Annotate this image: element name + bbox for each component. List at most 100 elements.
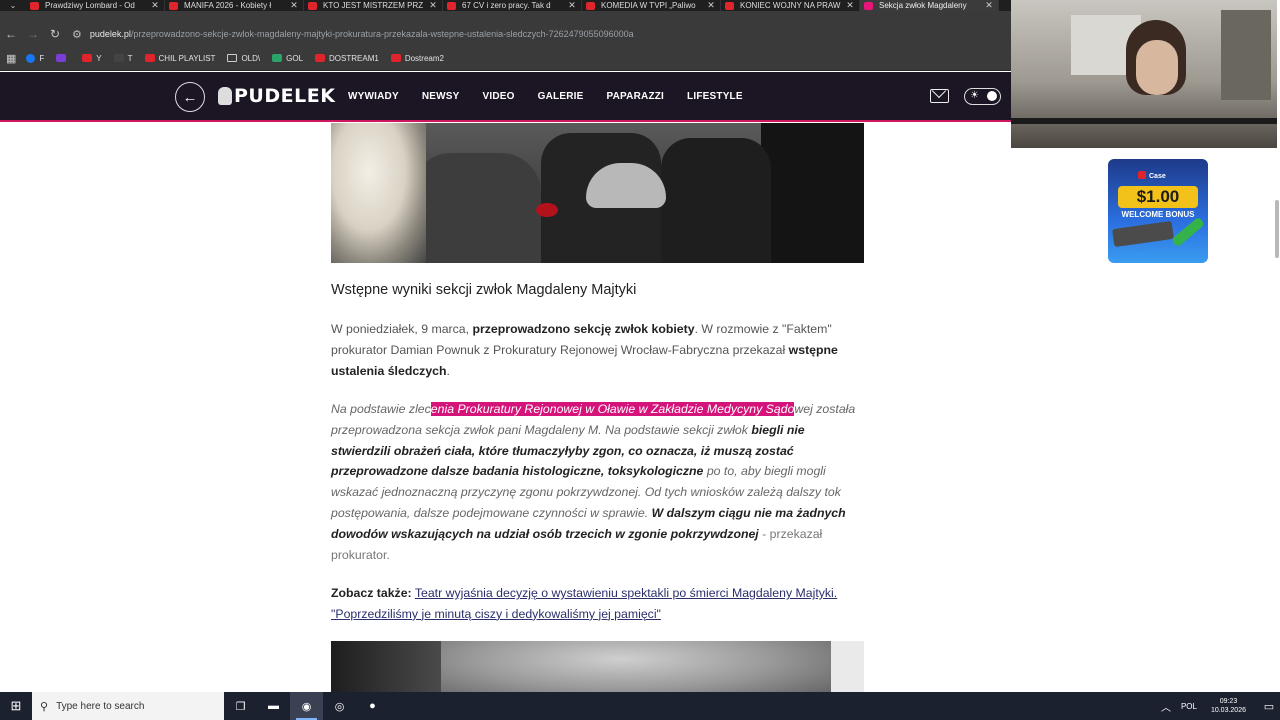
- back-arrow-icon[interactable]: ←: [175, 82, 205, 112]
- search-icon: ⚲: [40, 700, 49, 713]
- taskbar-search[interactable]: ⚲ Type here to search: [32, 692, 224, 720]
- nav-video[interactable]: VIDEO: [483, 91, 515, 102]
- text-selection[interactable]: enia Prokuratury Rejonowej w Oławie w Za…: [430, 402, 795, 416]
- tab-title: KOMEDIA W TVPI „Paliwo: [601, 1, 696, 10]
- nav-lifestyle[interactable]: LIFESTYLE: [687, 91, 743, 102]
- photo-shape: [411, 153, 541, 263]
- language-indicator[interactable]: POL: [1181, 702, 1197, 711]
- back-icon[interactable]: ←: [0, 27, 22, 41]
- clock[interactable]: 09:23 10.03.2026: [1211, 697, 1246, 715]
- article-paragraph-1: W poniedziałek, 9 marca, przeprowadzono …: [331, 319, 866, 381]
- site-info-icon[interactable]: ⚙: [72, 28, 82, 41]
- close-icon[interactable]: ✕: [984, 0, 994, 11]
- gol-icon: [272, 54, 283, 62]
- tab-1[interactable]: MANIFA 2026 - Kobiety ł ✕: [165, 0, 304, 11]
- youtube-icon: [82, 54, 93, 62]
- youtube-icon: [144, 54, 155, 62]
- bookmark-label: T: [127, 53, 133, 63]
- ad-banner[interactable]: Case $1.00 WELCOME BONUS: [1108, 159, 1208, 263]
- knife-icon: [1170, 216, 1206, 248]
- youtube-icon: [725, 1, 734, 10]
- bookmark-twitch[interactable]: [56, 54, 70, 62]
- close-icon[interactable]: ✕: [428, 0, 438, 11]
- mail-icon[interactable]: [930, 89, 949, 103]
- chrome-icon[interactable]: ◉: [290, 692, 323, 720]
- close-icon[interactable]: ✕: [567, 0, 577, 11]
- bookmark-f[interactable]: F: [26, 53, 45, 63]
- close-icon[interactable]: ✕: [845, 0, 855, 11]
- youtube-icon: [169, 1, 178, 10]
- system-tray: ︿ POL 09:23 10.03.2026 ▭: [1161, 692, 1280, 720]
- theme-toggle[interactable]: ☀: [964, 88, 1001, 105]
- url-text[interactable]: pudelek.pl/przeprowadzono-sekcje-zwlok-m…: [90, 29, 634, 39]
- windows-taskbar: ⊞ ⚲ Type here to search ❐ ▬ ◉ ◎ ● ︿ POL 0…: [0, 692, 1280, 720]
- reload-icon[interactable]: ↻: [44, 27, 66, 41]
- bookmark-label: Y: [96, 53, 102, 63]
- bookmark-gol[interactable]: GOL: [272, 54, 303, 63]
- url-path: /przeprowadzono-sekcje-zwlok-magdaleny-m…: [130, 29, 634, 39]
- logo-text: PUDELEK: [234, 85, 336, 107]
- forward-icon[interactable]: →: [22, 27, 44, 41]
- nav-wywiady[interactable]: WYWIADY: [348, 91, 399, 102]
- bookmark-chil-playlist[interactable]: CHIL PLAYLIST: [144, 53, 216, 63]
- page-scrollbar[interactable]: [1275, 200, 1279, 258]
- article-photo-portrait: [331, 641, 864, 692]
- url-domain: pudelek.pl: [89, 29, 131, 39]
- bookmark-label: CHIL PLAYLIST: [158, 53, 216, 63]
- toggle-knob: [987, 91, 997, 101]
- nav-paparazzi[interactable]: PAPARAZZI: [607, 91, 665, 102]
- photo-shape: [1011, 118, 1277, 124]
- bookmark-t[interactable]: T: [113, 53, 133, 63]
- bookmarks-bar: ▦ F Y T CHIL PLAYLIST OLD\ GOL DOSTREAM1…: [0, 46, 1012, 71]
- youtube-icon: [30, 1, 39, 10]
- file-explorer-icon[interactable]: ▬: [257, 692, 290, 720]
- close-icon[interactable]: ✕: [706, 0, 716, 11]
- text-run: .: [446, 363, 450, 378]
- notification-icon[interactable]: ▭: [1258, 700, 1280, 713]
- bookmark-label: Dostream2: [404, 53, 444, 63]
- photo-shape: [536, 203, 558, 217]
- task-view-icon[interactable]: ❐: [224, 692, 257, 720]
- tab-4[interactable]: KOMEDIA W TVPI „Paliwo ✕: [582, 0, 721, 11]
- site-logo[interactable]: PUDELEK: [218, 85, 335, 107]
- apps-icon[interactable]: ▦: [6, 52, 16, 65]
- tab-search-icon[interactable]: ⌄: [0, 0, 26, 11]
- chevron-up-icon[interactable]: ︿: [1161, 699, 1171, 714]
- bookmark-y[interactable]: Y: [82, 53, 102, 63]
- close-icon[interactable]: ✕: [289, 0, 299, 11]
- bookmark-label: F: [39, 53, 45, 63]
- nav-newsy[interactable]: NEWSY: [422, 91, 460, 102]
- text-run-bold: przeprowadzono sekcję zwłok kobiety: [472, 322, 695, 336]
- see-also: Zobacz także: Teatr wyjaśnia decyzję o w…: [331, 583, 866, 625]
- youtube-icon: [315, 54, 326, 62]
- bookmark-dostream2[interactable]: Dostream2: [390, 53, 444, 63]
- tab-2[interactable]: KTO JEST MISTRZEM PRZ ✕: [304, 0, 443, 11]
- browser-toolbar: ← → ↻ ⚙ pudelek.pl/przeprowadzono-sekcje…: [0, 22, 1012, 46]
- youtube-icon: [586, 1, 595, 10]
- tab-0[interactable]: Prawdziwy Lombard - Od ✕: [26, 0, 165, 11]
- tab-5[interactable]: KONIEC WOJNY NA PRAW ✕: [721, 0, 860, 11]
- address-bar[interactable]: ⚙ pudelek.pl/przeprowadzono-sekcje-zwlok…: [72, 24, 1012, 44]
- x-icon: [113, 54, 124, 62]
- text-run: Na podstawie zlec: [331, 402, 431, 416]
- tab-title: Sekcja zwłok Magdaleny: [879, 1, 967, 10]
- obs-icon[interactable]: ●: [356, 692, 389, 720]
- ad-bonus: WELCOME BONUS: [1121, 210, 1195, 219]
- folder-icon: [227, 54, 238, 62]
- search-placeholder: Type here to search: [56, 700, 145, 712]
- twitch-icon: [56, 54, 67, 62]
- text-run: W poniedziałek, 9 marca,: [331, 322, 473, 336]
- photo-shape: [331, 123, 426, 263]
- clock-time: 09:23: [1219, 698, 1238, 705]
- article-photo-mourners: [331, 123, 864, 263]
- tab-strip: ⌄ Prawdziwy Lombard - Od ✕ MANIFA 2026 - …: [0, 0, 1012, 11]
- app-icon[interactable]: ◎: [323, 692, 356, 720]
- webcam-overlay: [1011, 0, 1277, 148]
- tab-3[interactable]: 67 CV i zero pracy. Tak d ✕: [443, 0, 582, 11]
- tab-6-active[interactable]: Sekcja zwłok Magdaleny ✕: [860, 0, 999, 11]
- windows-start-icon[interactable]: ⊞: [0, 692, 32, 720]
- close-icon[interactable]: ✕: [150, 0, 160, 11]
- nav-galerie[interactable]: GALERIE: [538, 91, 584, 102]
- bookmark-dostream1[interactable]: DOSTREAM1: [315, 54, 379, 63]
- bookmark-old[interactable]: OLD\: [227, 54, 260, 63]
